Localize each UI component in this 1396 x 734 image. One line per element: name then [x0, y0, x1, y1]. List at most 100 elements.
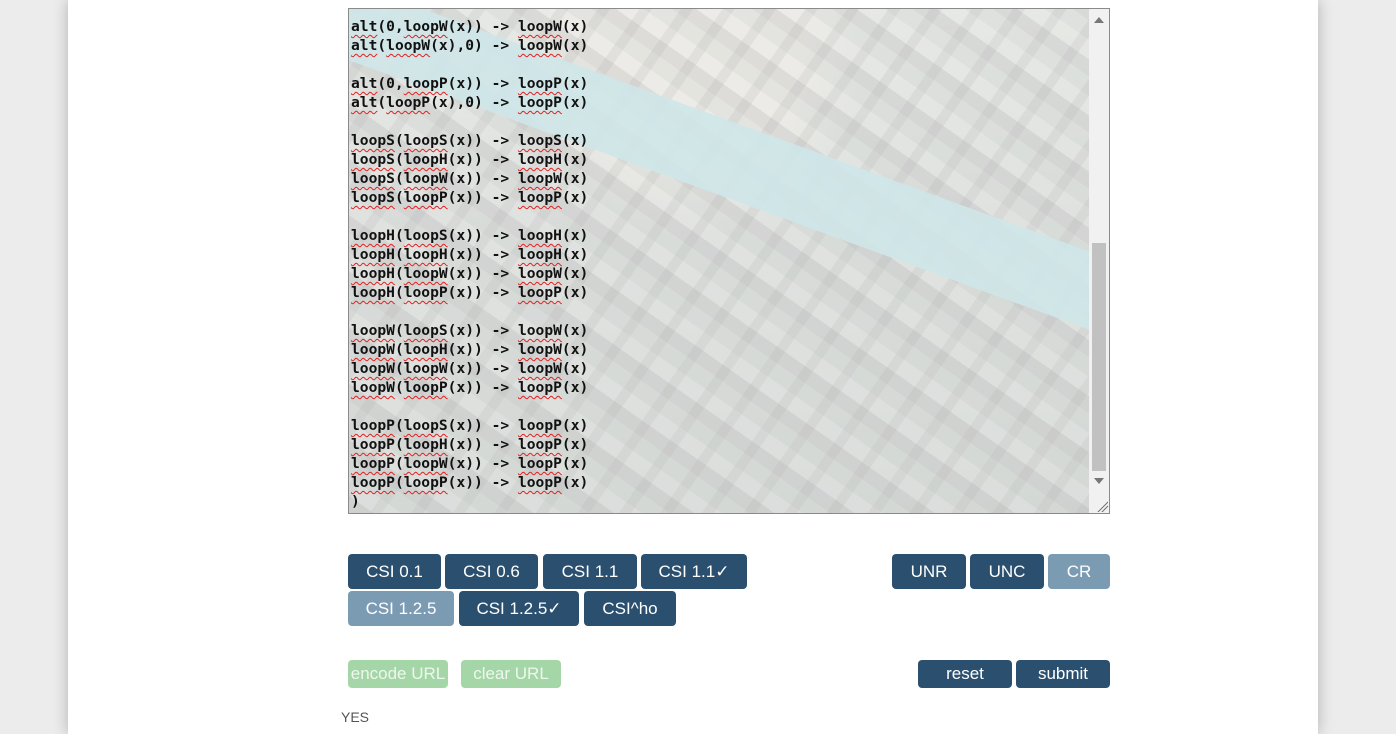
- spellcheck-token: loopP: [517, 417, 562, 434]
- csi-1-2-5-certified-button[interactable]: CSI 1.2.5✓: [459, 591, 579, 626]
- code-token: (x)) ->: [447, 132, 518, 149]
- unr-button[interactable]: UNR: [892, 554, 966, 589]
- code-token: (: [394, 417, 404, 434]
- code-token: (x)) ->: [447, 246, 518, 263]
- scroll-up-arrow-icon[interactable]: [1094, 17, 1104, 23]
- spellcheck-token: loopW: [517, 322, 562, 339]
- spellcheck-token: loopS: [403, 322, 448, 339]
- spellcheck-token: loopP: [517, 379, 562, 396]
- csi-1-1-certified-button[interactable]: CSI 1.1✓: [641, 554, 747, 589]
- reset-button[interactable]: reset: [918, 660, 1012, 688]
- spellcheck-token: loopW: [386, 37, 431, 54]
- code-token: (x): [561, 436, 589, 453]
- code-line: loopP(loopH(x)) -> loopP(x): [351, 435, 1087, 454]
- code-line: loopS(loopP(x)) -> loopP(x): [351, 188, 1087, 207]
- code-token: (x): [561, 151, 589, 168]
- scrollbar-thumb[interactable]: [1092, 243, 1106, 471]
- spellcheck-token: alt: [351, 37, 378, 54]
- code-token: (x): [561, 474, 589, 491]
- spellcheck-token: loopH: [351, 246, 395, 263]
- spellcheck-token: loopW: [403, 265, 448, 282]
- trs-input-textarea[interactable]: alt(0,loopW(x)) -> loopW(x) alt(loopW(x),…: [348, 8, 1110, 514]
- spellcheck-token: loopP: [517, 94, 562, 111]
- trs-code[interactable]: alt(0,loopW(x)) -> loopW(x) alt(loopW(x),…: [351, 17, 1087, 511]
- code-token: (: [394, 246, 404, 263]
- csi-1-1-button[interactable]: CSI 1.1: [543, 554, 637, 589]
- code-token: (: [377, 37, 387, 54]
- code-token: (x): [561, 94, 589, 111]
- vertical-scrollbar[interactable]: [1089, 9, 1109, 513]
- code-line: loopH(loopH(x)) -> loopH(x): [351, 245, 1087, 264]
- code-token: (0,: [377, 18, 404, 35]
- spellcheck-token: loopP: [517, 474, 562, 491]
- spellcheck-token: loopP: [351, 417, 395, 434]
- code-token: (x)) ->: [447, 170, 518, 187]
- code-token: (: [394, 436, 404, 453]
- spellcheck-token: loopH: [351, 265, 395, 282]
- spellcheck-token: loopW: [351, 379, 395, 396]
- encode-url-button[interactable]: encode URL: [348, 660, 448, 688]
- csi-1-2-5-button[interactable]: CSI 1.2.5: [348, 591, 454, 626]
- spellcheck-token: loopH: [403, 246, 448, 263]
- code-token: (: [377, 94, 387, 111]
- code-token: (x): [561, 189, 589, 206]
- code-token: (x): [561, 18, 589, 35]
- code-token: (x)) ->: [447, 265, 518, 282]
- spellcheck-token: loopS: [403, 227, 448, 244]
- cr-button[interactable]: CR: [1048, 554, 1110, 589]
- code-token: (x)) ->: [447, 474, 518, 491]
- code-token: (x): [561, 170, 589, 187]
- spellcheck-token: loopW: [517, 360, 562, 377]
- code-token: (x)) ->: [447, 379, 518, 396]
- code-line: loopP(loopP(x)) -> loopP(x): [351, 473, 1087, 492]
- spellcheck-token: loopW: [351, 360, 395, 377]
- code-token: (: [394, 189, 404, 206]
- code-token: (: [394, 474, 404, 491]
- code-token: (x): [561, 284, 589, 301]
- csi-ho-button[interactable]: CSI^ho: [584, 591, 676, 626]
- scroll-down-arrow-icon[interactable]: [1094, 478, 1104, 484]
- code-token: (: [394, 132, 404, 149]
- code-line: loopH(loopW(x)) -> loopW(x): [351, 264, 1087, 283]
- code-token: (: [394, 151, 404, 168]
- code-token: (x)) ->: [447, 189, 518, 206]
- code-token: (x)) ->: [447, 18, 518, 35]
- resize-handle-icon[interactable]: [1096, 500, 1108, 512]
- spellcheck-token: loopP: [351, 474, 395, 491]
- code-token: (x): [561, 132, 589, 149]
- code-token: (x): [561, 322, 589, 339]
- unc-button[interactable]: UNC: [970, 554, 1044, 589]
- spellcheck-token: loopH: [351, 284, 395, 301]
- csi-0-6-button[interactable]: CSI 0.6: [445, 554, 538, 589]
- code-line: loopS(loopH(x)) -> loopH(x): [351, 150, 1087, 169]
- clear-url-button[interactable]: clear URL: [461, 660, 561, 688]
- code-line: loopW(loopH(x)) -> loopW(x): [351, 340, 1087, 359]
- spellcheck-token: loopH: [351, 227, 395, 244]
- submit-button[interactable]: submit: [1016, 660, 1110, 688]
- spellcheck-token: loopP: [517, 189, 562, 206]
- code-token: (x): [561, 360, 589, 377]
- csi-0-1-button[interactable]: CSI 0.1: [348, 554, 441, 589]
- spellcheck-token: alt: [351, 75, 378, 92]
- code-token: (x)) ->: [447, 360, 518, 377]
- code-token: (x)) ->: [447, 151, 518, 168]
- spellcheck-token: loopW: [351, 322, 395, 339]
- result-text: YES: [341, 709, 370, 725]
- code-token: (x)) ->: [447, 322, 518, 339]
- code-line: alt(loopP(x),0) -> loopP(x): [351, 93, 1087, 112]
- spellcheck-token: loopP: [517, 75, 562, 92]
- code-token: ): [351, 493, 360, 510]
- code-token: (x)) ->: [447, 284, 518, 301]
- code-token: (x)) ->: [447, 227, 518, 244]
- spellcheck-token: loopP: [403, 75, 448, 92]
- spellcheck-token: loopW: [403, 360, 448, 377]
- spellcheck-token: loopW: [403, 170, 448, 187]
- spellcheck-token: loopW: [517, 341, 562, 358]
- code-line: loopW(loopS(x)) -> loopW(x): [351, 321, 1087, 340]
- code-token: (: [394, 322, 404, 339]
- spellcheck-token: alt: [351, 18, 378, 35]
- spellcheck-token: loopP: [517, 284, 562, 301]
